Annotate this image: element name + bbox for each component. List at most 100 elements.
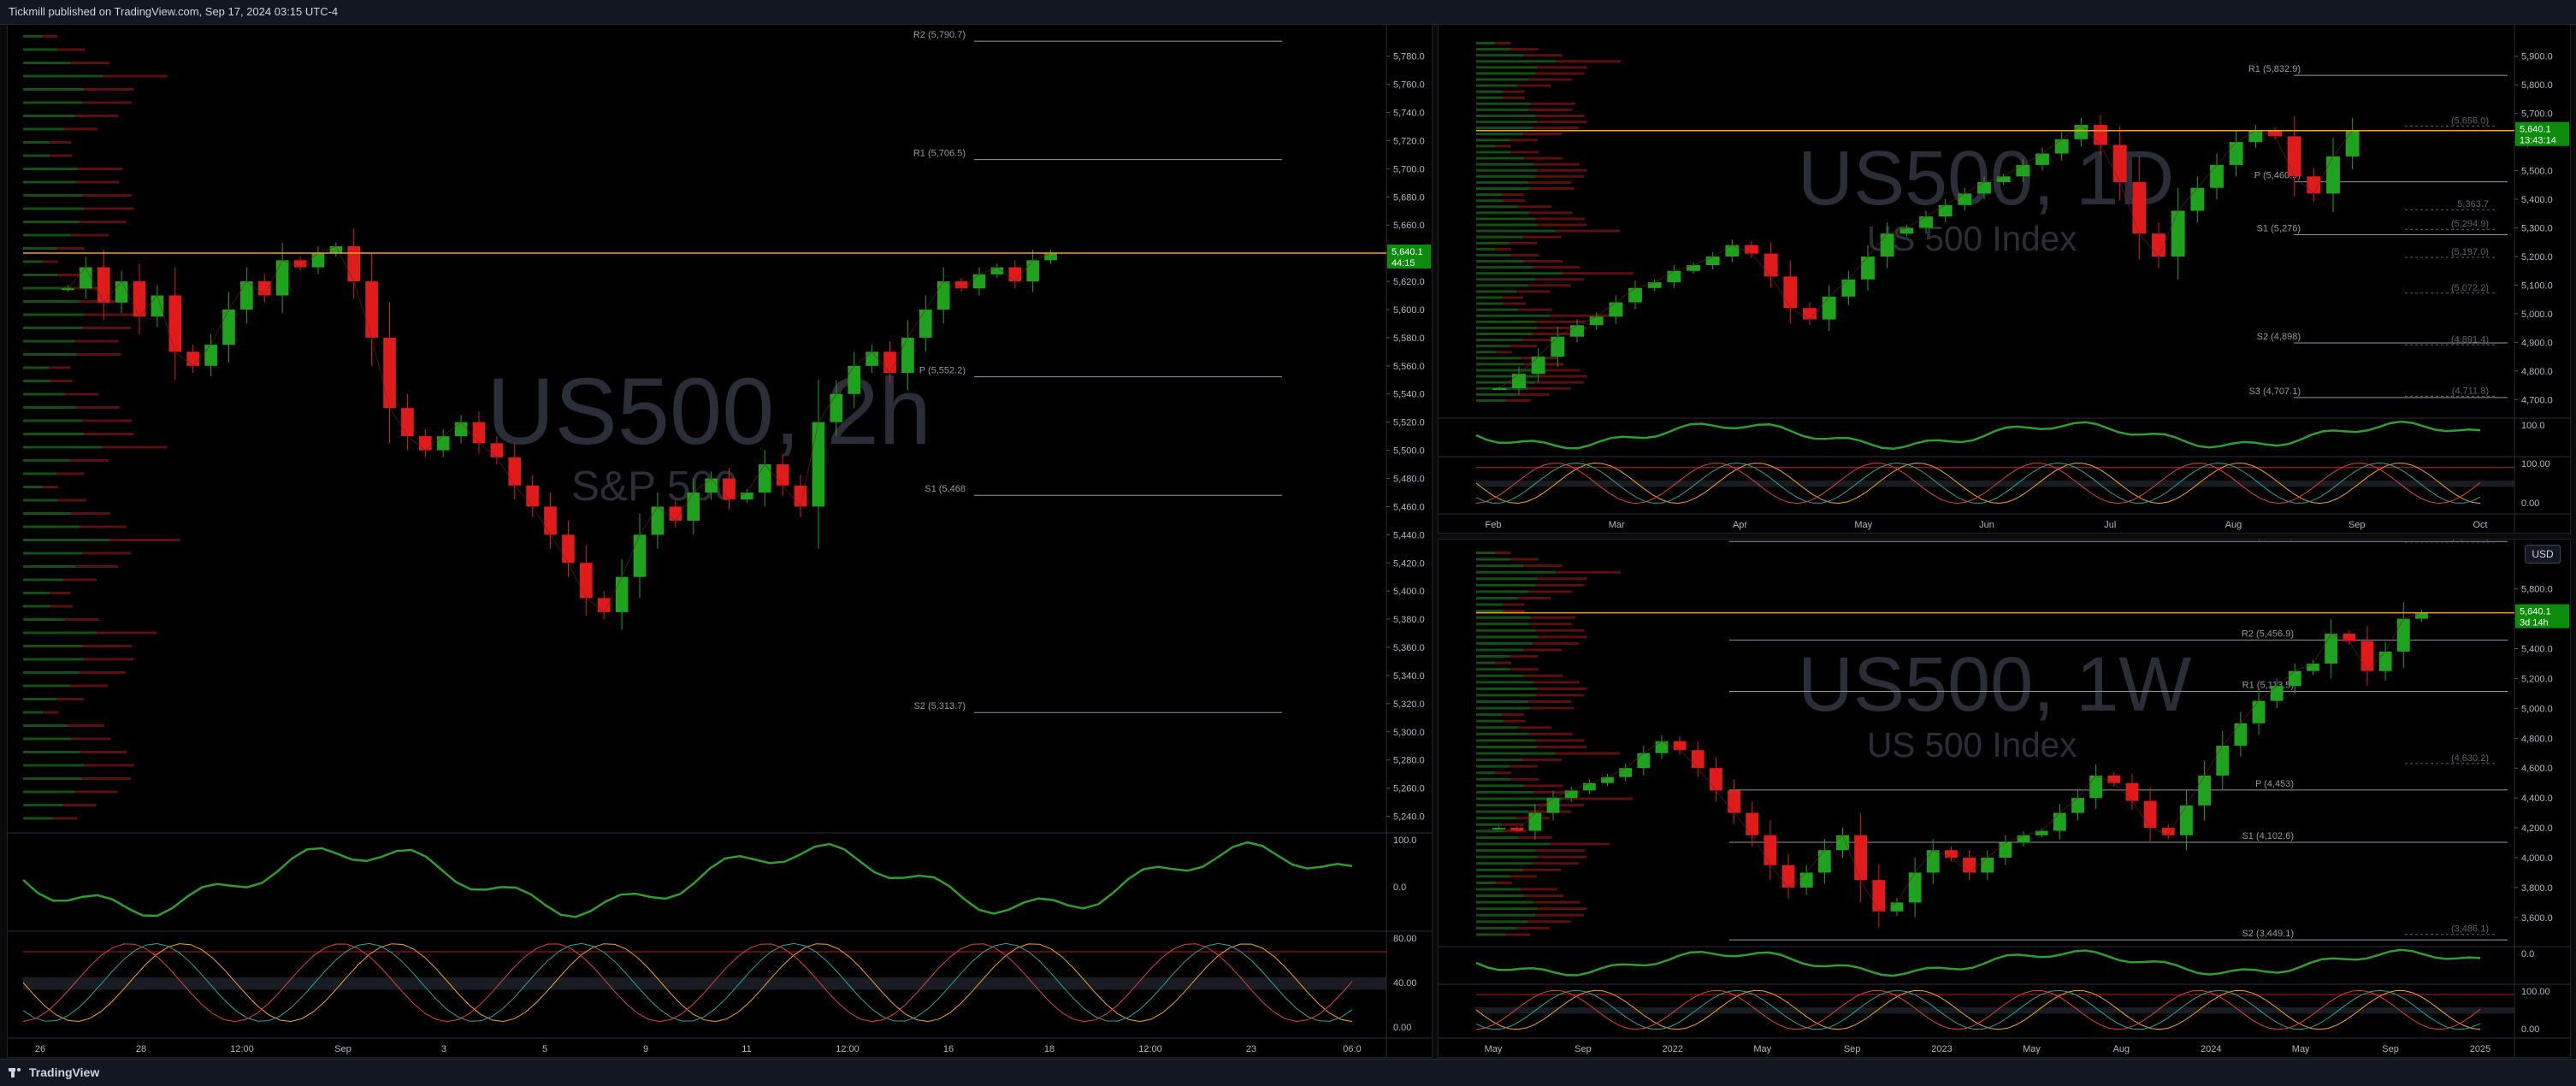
volume-profile-up-bar xyxy=(1476,804,1536,807)
volume-profile-down-bar xyxy=(84,313,134,316)
candle-body xyxy=(972,274,986,289)
volume-profile-up-bar xyxy=(1476,655,1510,658)
volume-profile-up-bar xyxy=(23,74,103,78)
oscillator-tick-label: 100.0 xyxy=(1393,835,1417,846)
y-tick-label: 5,300.0 xyxy=(1393,728,1425,738)
volume-profile-up-bar xyxy=(23,141,50,144)
volume-profile-down-bar xyxy=(1502,296,1524,299)
volume-profile-down-bar xyxy=(1532,862,1579,865)
volume-profile-down-bar xyxy=(1533,641,1580,645)
volume-profile-up-bar xyxy=(1476,590,1529,593)
y-tick-label: 5,540.0 xyxy=(1393,390,1425,400)
volume-profile-up-bar xyxy=(1476,296,1503,299)
volume-profile-up-bar xyxy=(23,631,97,634)
y-tick-label: 5,320.0 xyxy=(1393,699,1425,710)
candle-body xyxy=(347,245,361,282)
volume-profile-down-bar xyxy=(1537,907,1587,911)
y-tick-label: 5,700.0 xyxy=(1393,164,1425,174)
y-tick-label: 5,720.0 xyxy=(1393,136,1425,146)
x-tick-label: Sep xyxy=(1844,1044,1861,1054)
volume-profile-down-bar xyxy=(1517,308,1552,311)
volume-profile-down-bar xyxy=(74,790,118,794)
symbol-watermark: US500, 2h xyxy=(487,359,931,464)
candle-body xyxy=(1026,260,1039,282)
volume-profile-down-bar xyxy=(71,737,111,741)
candle-body xyxy=(472,422,486,444)
candle-body xyxy=(1628,287,1642,303)
chart-svg-1w[interactable]: US500, 1WUS 500 Index5,800.05,600.05,400… xyxy=(1439,540,2570,1057)
volume-profile-down-bar xyxy=(82,777,131,780)
y-tick-label: 4,200.0 xyxy=(2521,823,2553,834)
volume-profile-down-bar xyxy=(49,141,72,144)
volume-profile-down-bar xyxy=(1528,732,1573,735)
volume-profile-down-bar xyxy=(1537,577,1587,581)
volume-profile-down-bar xyxy=(1555,752,1621,755)
chart-panel-2h[interactable]: US500, 2h S&P 500 5,780.0 5,760.0 5,740.0 5,7… xyxy=(7,24,1433,1058)
candle-body xyxy=(1861,256,1875,280)
chart-panel-1w[interactable]: US500, 1WUS 500 Index5,800.05,600.05,400… xyxy=(1438,539,2571,1058)
oscillator-tick-label: 40.00 xyxy=(1393,978,1417,989)
volume-profile-down-bar xyxy=(1510,139,1538,142)
volume-profile-down-bar xyxy=(1527,387,1571,390)
last-price-label: 5,640.1 xyxy=(1391,247,1423,257)
volume-profile-up-bar xyxy=(1476,115,1536,117)
volume-profile-down-bar xyxy=(1510,558,1539,561)
candle-body xyxy=(2074,125,2089,139)
candle-body xyxy=(2268,130,2282,137)
volume-profile-down-bar xyxy=(1535,739,1585,742)
volume-profile-up-bar xyxy=(1476,752,1556,755)
y-tick-label: 4,800.0 xyxy=(2521,367,2553,377)
candle-body xyxy=(1582,782,1596,791)
volume-profile-down-bar xyxy=(1523,564,1563,568)
y-tick-label: 5,800.0 xyxy=(2521,80,2553,91)
volume-profile-up-bar xyxy=(23,658,85,661)
volume-profile-up-bar xyxy=(1476,151,1511,154)
volume-profile-up-bar xyxy=(23,671,80,674)
volume-profile-down-bar xyxy=(1535,381,1584,384)
volume-profile-down-bar xyxy=(1555,570,1621,574)
chart-svg-2h[interactable]: US500, 2hS&P 5005,780.05,760.05,740.05,7… xyxy=(8,25,1432,1057)
candle-body xyxy=(1890,902,1904,912)
volume-profile-down-bar xyxy=(63,578,97,581)
x-tick-label: Aug xyxy=(2113,1044,2130,1054)
volume-profile-up-bar xyxy=(23,737,72,741)
secondary-level-label: 5,363.7 xyxy=(2457,199,2489,210)
candle-body xyxy=(115,281,128,303)
volume-profile-down-bar xyxy=(57,499,86,502)
candle-body xyxy=(794,485,807,507)
countdown-label: 44:15 xyxy=(1391,258,1415,269)
oscillator-tick-label: 0.0 xyxy=(2521,949,2534,959)
candle-body xyxy=(1926,850,1940,873)
chart-svg-1d[interactable]: US500, 1DUS 500 Index5,900.05,800.05,700… xyxy=(1439,25,2570,533)
volume-profile-up-bar xyxy=(1476,187,1531,190)
candle-body xyxy=(1044,253,1057,261)
y-tick-label: 5,380.0 xyxy=(1393,615,1425,625)
secondary-level-label: (6,114.0) xyxy=(2452,540,2489,542)
volume-profile-up-bar xyxy=(1476,790,1533,794)
tradingview-logo[interactable]: TradingView xyxy=(9,1065,99,1079)
oscillator-tick-label: 100.00 xyxy=(2521,459,2550,469)
volume-profile-down-bar xyxy=(82,194,132,197)
y-tick-label: 4,000.0 xyxy=(2521,853,2553,864)
candle-body xyxy=(580,563,593,599)
volume-profile-down-bar xyxy=(1528,180,1572,184)
y-tick-label: 5,000.0 xyxy=(2521,704,2553,714)
volume-profile-down-bar xyxy=(1537,635,1587,639)
x-tick-label: May xyxy=(2292,1044,2310,1054)
volume-profile-up-bar xyxy=(1476,570,1556,574)
candle-body xyxy=(168,295,182,352)
volume-profile-up-bar xyxy=(1476,823,1503,826)
volume-profile-down-bar xyxy=(1523,133,1563,136)
currency-button[interactable]: USD xyxy=(2525,545,2561,564)
volume-profile-up-bar xyxy=(23,711,44,714)
volume-profile-down-bar xyxy=(82,645,133,647)
chart-background xyxy=(8,25,1432,1057)
volume-profile-down-bar xyxy=(1533,266,1580,269)
chart-panel-1d[interactable]: US500, 1D US 500 Index 5,900.0 5,800.0 5,700… xyxy=(1438,24,2571,534)
volume-profile-down-bar xyxy=(50,380,73,382)
oscillator-tick-label: 80.00 xyxy=(1393,934,1417,944)
volume-profile-up-bar xyxy=(1476,133,1524,136)
volume-profile-up-bar xyxy=(1476,920,1528,924)
candle-body xyxy=(1637,753,1651,769)
candle-body xyxy=(151,295,164,317)
